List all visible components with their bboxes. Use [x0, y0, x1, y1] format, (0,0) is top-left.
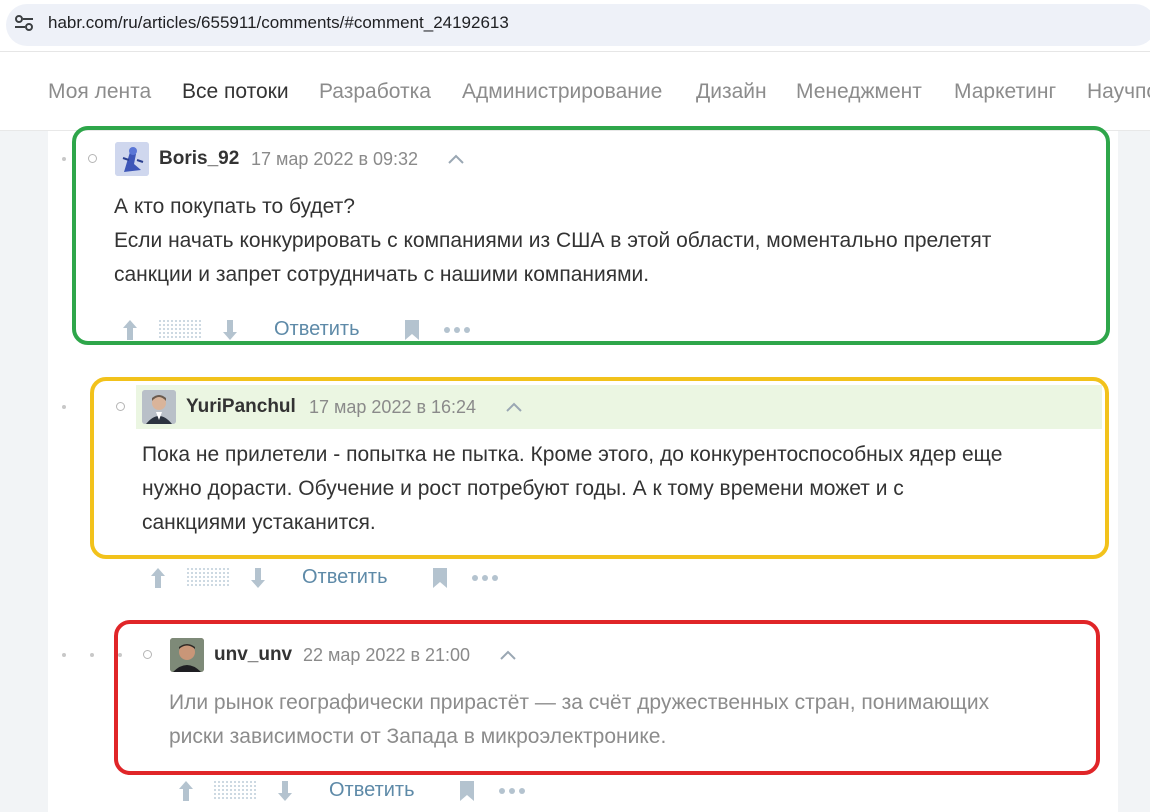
more-options-icon[interactable]	[471, 574, 499, 582]
browser-address-bar: habr.com/ru/articles/655911/comments/#co…	[0, 0, 1150, 52]
upvote-arrow-icon[interactable]	[177, 779, 195, 803]
downvote-arrow-icon[interactable]	[249, 566, 267, 590]
nav-item-management[interactable]: Менеджмент	[796, 80, 922, 104]
more-options-icon[interactable]	[498, 787, 526, 795]
bookmark-icon[interactable]	[459, 780, 475, 802]
score-placeholder	[186, 567, 230, 587]
nav-item-administration[interactable]: Администрирование	[462, 80, 662, 104]
nav-item-all-streams[interactable]: Все потоки	[182, 80, 289, 104]
highlight-frame-green	[72, 126, 1110, 345]
thread-dot	[90, 653, 94, 657]
site-settings-icon[interactable]	[14, 14, 34, 32]
nav-item-marketing[interactable]: Маркетинг	[954, 80, 1056, 104]
hub-navigation: Моя лента Все потоки Разработка Админист…	[0, 53, 1150, 131]
reply-button[interactable]: Ответить	[302, 566, 388, 589]
bookmark-icon[interactable]	[432, 567, 448, 589]
url-text[interactable]: habr.com/ru/articles/655911/comments/#co…	[48, 13, 509, 33]
nav-item-popsci[interactable]: Научпоп	[1087, 80, 1150, 104]
right-gutter	[1118, 131, 1150, 812]
thread-dot	[62, 405, 66, 409]
left-gutter	[0, 131, 48, 812]
highlight-frame-red	[114, 620, 1100, 775]
upvote-arrow-icon[interactable]	[149, 566, 167, 590]
score-placeholder	[213, 780, 257, 800]
nav-item-design[interactable]: Дизайн	[696, 80, 767, 104]
thread-dot	[62, 157, 66, 161]
downvote-arrow-icon[interactable]	[276, 779, 294, 803]
nav-item-development[interactable]: Разработка	[319, 80, 431, 104]
highlight-frame-yellow	[90, 377, 1109, 559]
nav-item-my-feed[interactable]: Моя лента	[48, 80, 151, 104]
thread-dot	[62, 653, 66, 657]
reply-button[interactable]: Ответить	[329, 779, 415, 802]
